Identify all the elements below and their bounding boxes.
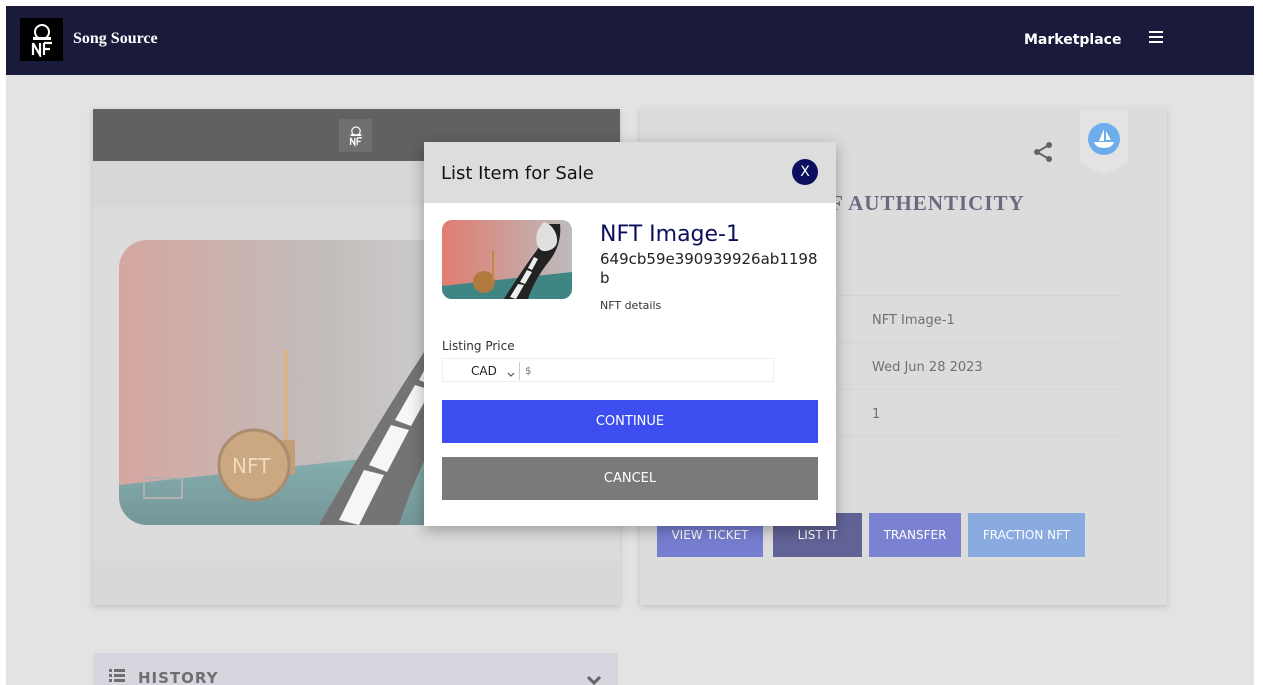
modal-title: List Item for Sale xyxy=(441,163,594,184)
price-input[interactable] xyxy=(525,362,765,380)
app-frame: Song Source Marketplace NFT F AUTHENTICI… xyxy=(6,6,1254,685)
nft-logo-icon[interactable] xyxy=(20,18,63,61)
currency-select[interactable]: CAD xyxy=(471,364,497,378)
brand-name[interactable]: Song Source xyxy=(73,30,158,48)
top-navbar: Song Source Marketplace xyxy=(6,6,1254,75)
nav-marketplace-link[interactable]: Marketplace xyxy=(1024,32,1121,48)
chevron-down-icon[interactable] xyxy=(507,365,515,383)
nft-name: NFT Image-1 xyxy=(600,222,740,247)
listing-price-group: CAD xyxy=(442,358,774,382)
continue-button[interactable]: CONTINUE xyxy=(442,400,818,443)
nft-token-id: 649cb59e390939926ab1198b xyxy=(600,250,818,287)
modal-header: List Item for Sale X xyxy=(424,142,836,203)
close-button[interactable]: X xyxy=(792,159,818,185)
nft-thumbnail-image xyxy=(442,220,572,299)
price-divider xyxy=(519,362,520,380)
hamburger-icon[interactable] xyxy=(1149,31,1163,43)
cancel-button[interactable]: CANCEL xyxy=(442,457,818,500)
list-item-modal: List Item for Sale X NFT Image-1 649cb59… xyxy=(424,142,836,526)
nft-details-text: NFT details xyxy=(600,299,662,312)
listing-price-label: Listing Price xyxy=(442,339,515,353)
